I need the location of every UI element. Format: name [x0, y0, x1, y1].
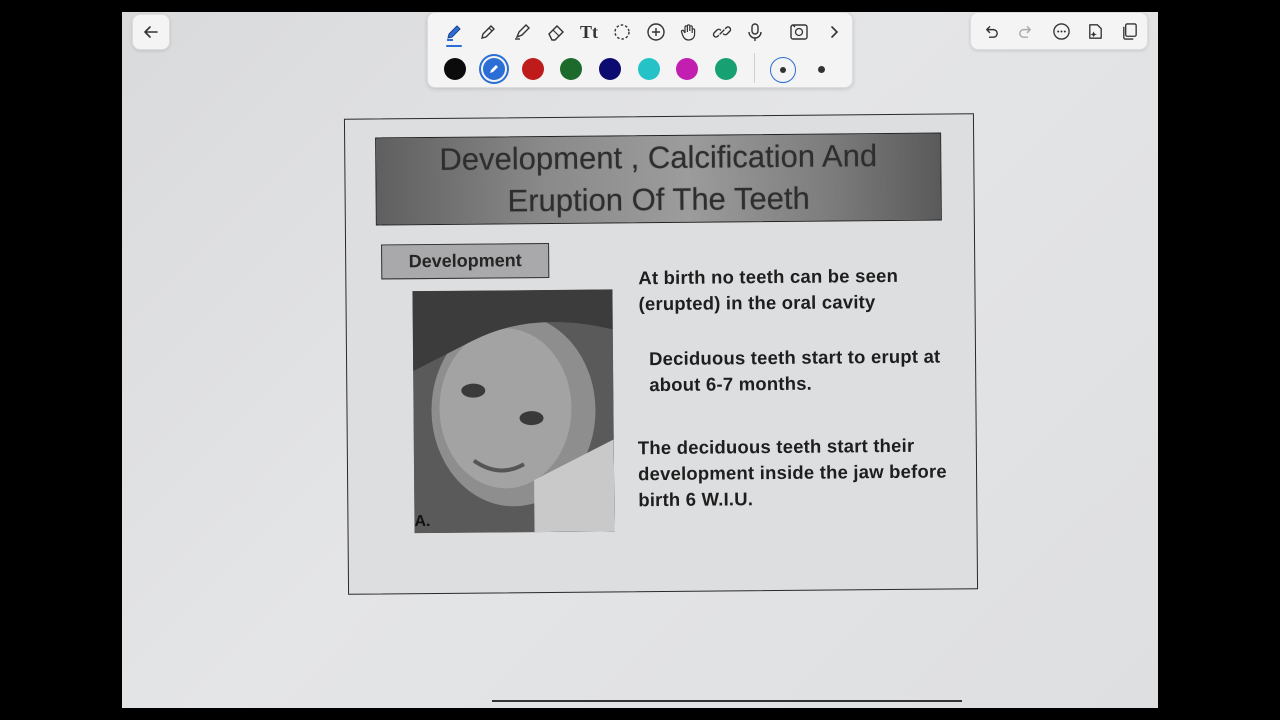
ai-assist-icon [1088, 23, 1102, 39]
stroke-size-large[interactable] [770, 57, 796, 83]
size-dot-icon [817, 65, 825, 73]
color-teal-swatch[interactable] [715, 58, 737, 80]
arrow-left-icon [144, 26, 158, 38]
add-shape-icon [647, 23, 665, 41]
color-navy-swatch[interactable] [599, 58, 621, 80]
size-dot-icon [780, 67, 786, 73]
color-black-swatch[interactable] [444, 58, 466, 80]
pen-tool[interactable] [440, 19, 468, 47]
text-tool[interactable]: Tt [575, 19, 603, 45]
hand-tool[interactable] [675, 19, 703, 45]
stroke-size-small[interactable] [809, 57, 833, 81]
link-tool-icon [712, 26, 732, 38]
note-page[interactable]: Tt Development , Calcification And Erupt… [122, 12, 1158, 708]
paragraph-eruption: Deciduous teeth start to erupt at about … [648, 345, 941, 396]
highlighter-tool[interactable] [508, 19, 536, 45]
photo-label: A. [414, 513, 431, 531]
screenshot-tool[interactable] [785, 19, 813, 45]
chevron-right-icon [831, 26, 839, 38]
toolbar-divider [754, 53, 755, 83]
slide-title-box: Development , Calcification And Eruption… [375, 132, 942, 226]
drawing-toolbar: Tt [427, 12, 853, 88]
lasso-tool-icon [614, 24, 630, 40]
add-shape-tool[interactable] [642, 19, 670, 45]
hand-tool-icon [680, 24, 696, 41]
eraser-tool-icon [548, 25, 564, 41]
paragraph-development: The deciduous teeth start their developm… [637, 434, 947, 511]
eraser-tool[interactable] [542, 19, 570, 45]
next-slide-edge [492, 700, 962, 702]
back-button[interactable] [132, 14, 170, 50]
ai-assist-button[interactable] [1082, 18, 1108, 44]
highlighter-tool-icon [515, 24, 530, 40]
microphone-tool[interactable] [741, 19, 769, 45]
link-tool[interactable] [708, 19, 736, 45]
more-options-button[interactable] [1048, 18, 1074, 44]
section-heading: Development [381, 242, 550, 280]
paragraph-birth: At birth no teeth can be seen (erupted) … [638, 264, 899, 315]
color-blue-swatch[interactable] [483, 58, 505, 80]
color-red-swatch[interactable] [522, 58, 544, 80]
pen-selected-icon [490, 65, 498, 73]
redo-button[interactable] [1012, 18, 1038, 44]
pages-icon [1122, 22, 1137, 40]
text-tool-icon: Tt [580, 21, 598, 42]
baby-photo: A. [412, 289, 615, 534]
pages-button[interactable] [1116, 18, 1142, 44]
right-toolbar [970, 12, 1148, 50]
screenshot-icon [790, 24, 808, 40]
pencil-tool-icon [481, 25, 495, 39]
redo-icon [1018, 25, 1031, 38]
more-icon [1052, 22, 1070, 40]
lasso-tool[interactable] [608, 19, 636, 45]
slide-title: Development , Calcification And Eruption… [439, 138, 878, 219]
baby-face-image [412, 289, 615, 534]
pen-tool-icon [447, 25, 461, 41]
color-magenta-swatch[interactable] [676, 58, 698, 80]
microphone-icon [748, 23, 762, 41]
color-green-swatch[interactable] [560, 58, 582, 80]
slide-frame: Development , Calcification And Eruption… [343, 113, 979, 595]
undo-button[interactable] [978, 18, 1004, 44]
pencil-tool[interactable] [474, 19, 502, 45]
color-cyan-swatch[interactable] [638, 58, 660, 80]
undo-icon [985, 25, 998, 38]
more-tools-button[interactable] [820, 19, 848, 45]
